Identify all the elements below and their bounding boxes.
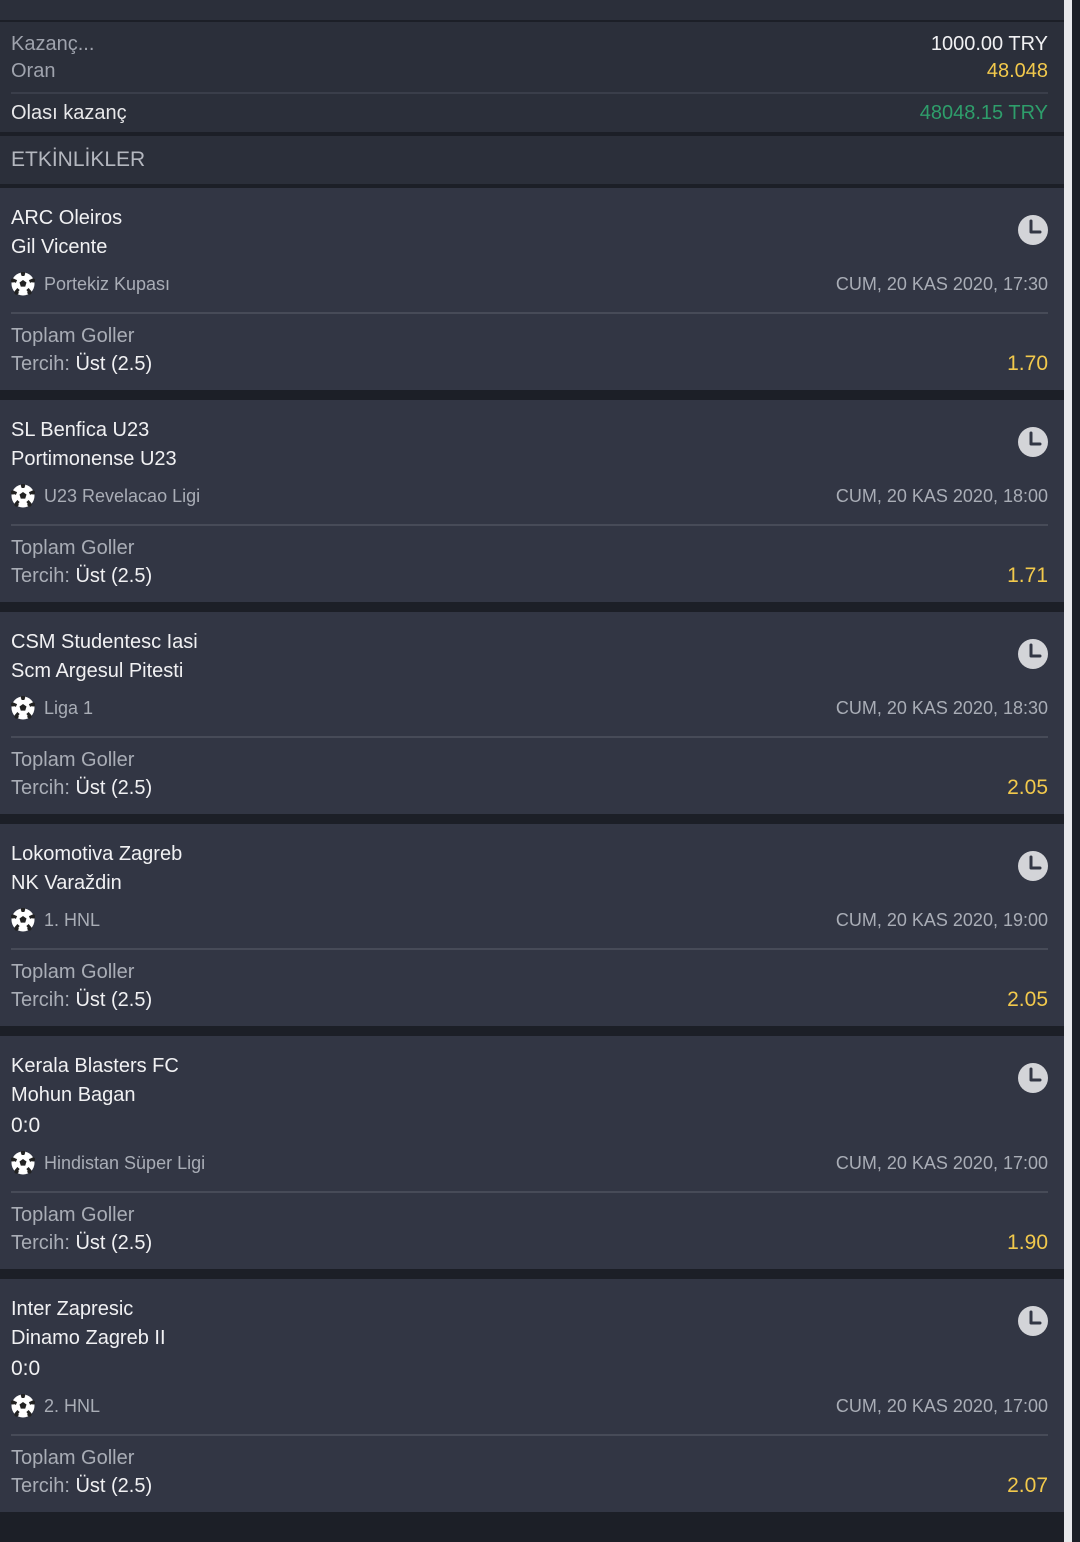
home-team: Inter Zapresic [11,1298,134,1320]
home-team: SL Benfica U23 [11,419,150,441]
pick-label: Tercih: [11,1475,70,1497]
soccer-ball-icon [11,272,35,296]
league-name: Hindistan Süper Ligi [44,1152,206,1173]
pick-value: Üst (2.5) [75,565,153,587]
pick-label: Tercih: [11,989,70,1011]
payout-label: Olası kazanç [11,101,127,124]
card-gap [0,1026,1072,1032]
home-team: ARC Oleiros [11,207,123,229]
event-date: CUM, 20 KAS 2020, 17:30 [835,273,1048,294]
event-date: CUM, 20 KAS 2020, 17:00 [835,1395,1048,1416]
payout-value: 48048.15 TRY [919,101,1048,124]
pick-value: Üst (2.5) [75,353,153,375]
card-gap [0,390,1072,396]
market-name: Toplam Goller [11,537,135,559]
scrollbar[interactable] [1064,0,1072,1542]
league-name: Liga 1 [44,697,94,718]
away-team: Gil Vicente [11,236,108,258]
event-card[interactable]: CSM Studentesc Iasi Scm Argesul Pitesti [0,612,1072,814]
soccer-ball-icon [11,484,35,508]
clock-icon [1018,427,1048,457]
event-card[interactable]: ARC Oleiros Gil Vicente Portekiz Kupası … [0,188,1072,390]
card-gap [0,602,1072,608]
soccer-ball-icon [11,1394,35,1418]
event-date: CUM, 20 KAS 2020, 19:00 [835,909,1048,930]
event-date: CUM, 20 KAS 2020, 17:00 [835,1152,1048,1173]
home-team: Kerala Blasters FC [11,1055,179,1077]
match-score: 0:0 [11,1357,41,1380]
event-card[interactable]: SL Benfica U23 Portimonense U23 U23 Reve… [0,400,1072,602]
soccer-ball-icon [11,908,35,932]
bet-summary: Kazanç... 1000.00 TRY Oran 48.048 Olası … [0,22,1072,132]
league-name: 1. HNL [44,909,101,930]
pick-value: Üst (2.5) [75,1475,153,1497]
selection-odds: 2.07 [1007,1474,1048,1497]
odds-label: Oran [11,59,56,82]
market-name: Toplam Goller [11,1447,135,1469]
card-gap [0,1512,1072,1518]
selection-odds: 1.71 [1007,564,1048,587]
league-name: Portekiz Kupası [44,273,171,294]
selection-odds: 2.05 [1007,988,1048,1011]
pick-label: Tercih: [11,565,70,587]
clock-icon [1018,1306,1048,1336]
away-team: Dinamo Zagreb II [11,1327,166,1349]
event-date: CUM, 20 KAS 2020, 18:00 [835,485,1048,506]
stake-value: 1000.00 TRY [930,32,1048,55]
pick-label: Tercih: [11,353,70,375]
market-name: Toplam Goller [11,325,135,347]
event-date: CUM, 20 KAS 2020, 18:30 [835,697,1048,718]
clock-icon [1018,639,1048,669]
selection-odds: 1.70 [1007,352,1048,375]
stake-label: Kazanç... [11,32,95,55]
pick-value: Üst (2.5) [75,989,153,1011]
event-card[interactable]: Inter Zapresic Dinamo Zagreb II 0:0 2. H… [0,1279,1072,1512]
card-gap [0,814,1072,820]
soccer-ball-icon [11,696,35,720]
pick-label: Tercih: [11,777,70,799]
events-list: ARC Oleiros Gil Vicente Portekiz Kupası … [0,188,1072,1518]
pick-label: Tercih: [11,1232,70,1254]
league-name: 2. HNL [44,1395,101,1416]
away-team: Mohun Bagan [11,1084,136,1106]
card-gap [0,1269,1072,1275]
home-team: Lokomotiva Zagreb [11,843,183,865]
event-card[interactable]: Kerala Blasters FC Mohun Bagan 0:0 Hindi… [0,1036,1072,1269]
home-team: CSM Studentesc Iasi [11,631,198,653]
market-name: Toplam Goller [11,961,135,983]
clock-icon [1018,851,1048,881]
section-title: ETKİNLİKLER [0,136,1072,184]
market-name: Toplam Goller [11,1204,135,1226]
away-team: Scm Argesul Pitesti [11,660,184,682]
selection-odds: 1.90 [1007,1231,1048,1254]
market-name: Toplam Goller [11,749,135,771]
away-team: NK Varaždin [11,872,122,894]
selection-odds: 2.05 [1007,776,1048,799]
event-card[interactable]: Lokomotiva Zagreb NK Varaždin 1. HNL CUM… [0,824,1072,1026]
cut-off-header [0,0,1072,20]
pick-value: Üst (2.5) [75,1232,153,1254]
total-odds-value: 48.048 [986,59,1048,82]
clock-icon [1018,1063,1048,1093]
away-team: Portimonense U23 [11,448,177,470]
clock-icon [1018,215,1048,245]
pick-value: Üst (2.5) [75,777,153,799]
match-score: 0:0 [11,1114,41,1137]
bet-slip-page: Kazanç... 1000.00 TRY Oran 48.048 Olası … [0,0,1072,1542]
soccer-ball-icon [11,1151,35,1175]
league-name: U23 Revelacao Ligi [44,485,201,506]
